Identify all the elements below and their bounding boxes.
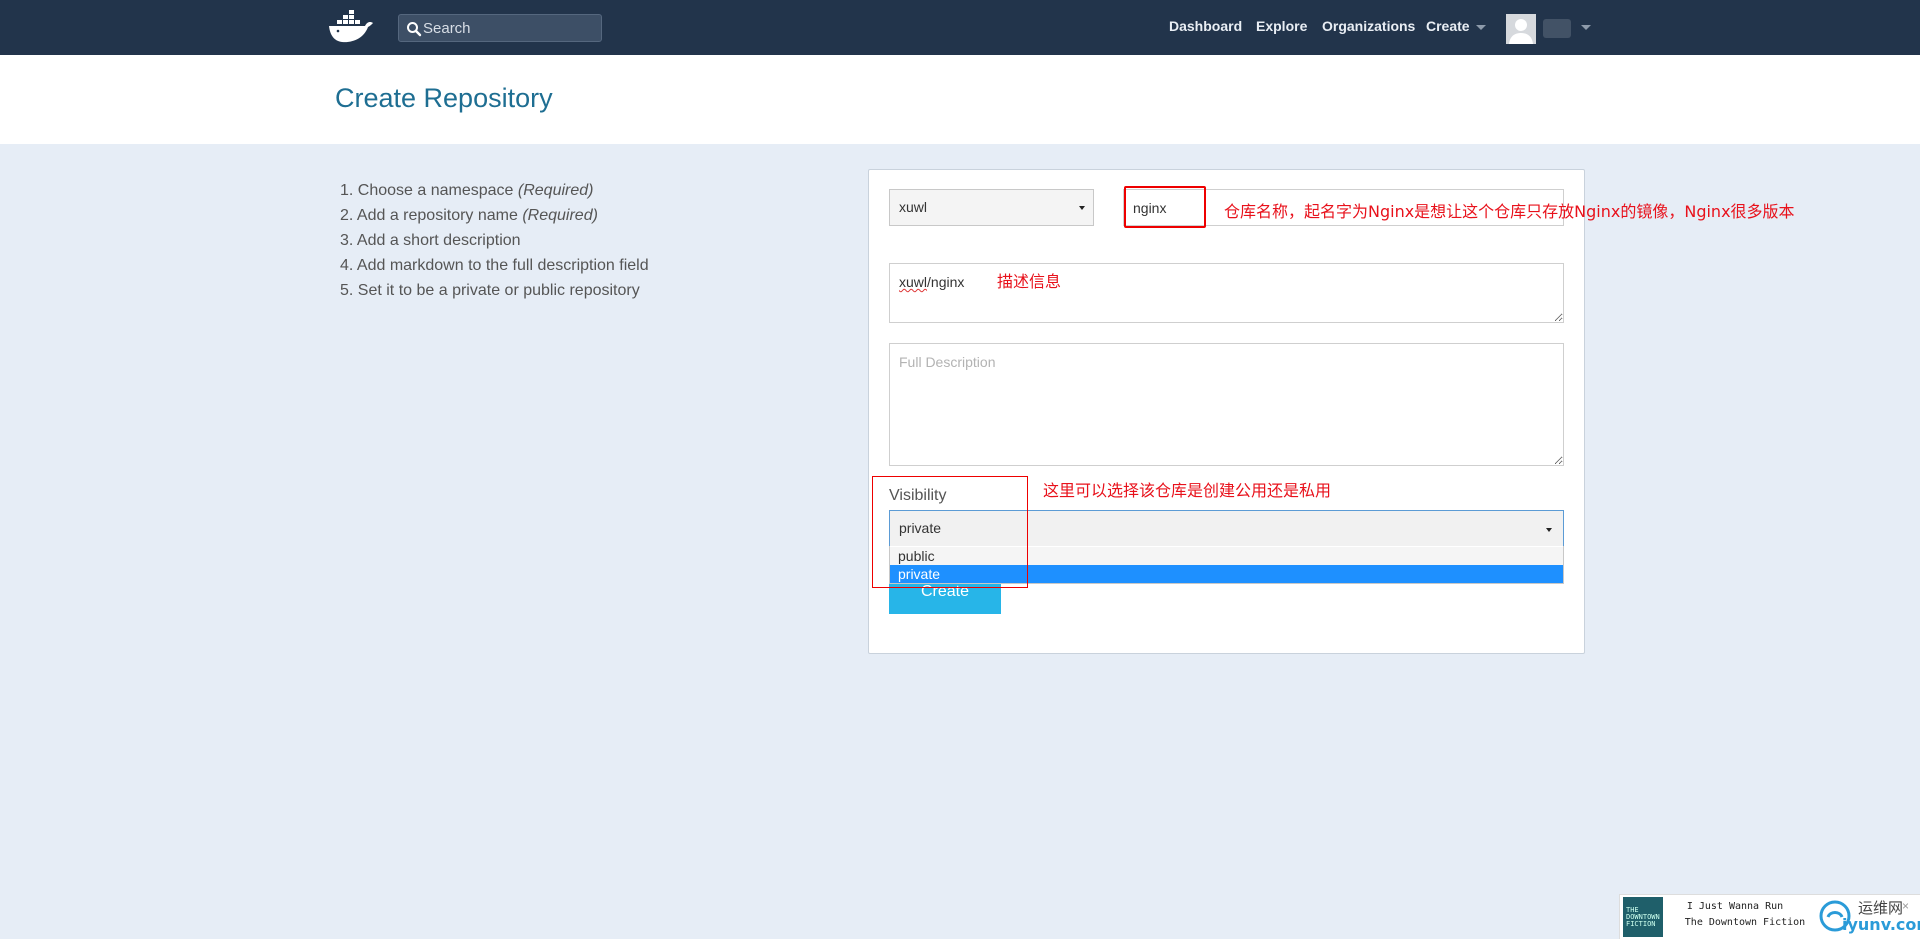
username-redacted[interactable] (1543, 19, 1571, 38)
nav-create[interactable]: Create (1426, 18, 1470, 34)
annotation-repo-name: 仓库名称，起名字为Nginx是想让这个仓库只存放Nginx的镜像，Nginx很多… (1224, 202, 1795, 221)
search-input[interactable] (423, 15, 598, 41)
annotation-visibility: 这里可以选择该仓库是创建公用还是私用 (1043, 481, 1332, 500)
music-player-widget[interactable]: THE DOWNTOWN FICTION I Just Wanna Run Th… (1619, 894, 1920, 939)
artist-name: The Downtown Fiction (1684, 917, 1806, 928)
short-description-value: xuwl/nginx (899, 274, 965, 290)
avatar[interactable] (1506, 14, 1536, 44)
annotation-description: 描述信息 (997, 272, 1062, 291)
docker-whale-logo[interactable] (328, 10, 374, 44)
album-cover: THE DOWNTOWN FICTION (1623, 897, 1663, 937)
create-chevron-down-icon[interactable] (1476, 25, 1486, 30)
annotation-box-visibility (872, 476, 1028, 588)
close-icon[interactable]: × (1902, 899, 1909, 913)
step-item: 3. Add a short description (340, 232, 521, 249)
annotation-box-repo-name (1124, 186, 1206, 228)
step-item: 4. Add markdown to the full description … (340, 257, 649, 274)
dropdown-caret-icon (1079, 205, 1085, 210)
user-menu-chevron-down-icon[interactable] (1581, 25, 1591, 30)
instruction-steps: 1. Choose a namespace (Required) 2. Add … (340, 178, 649, 303)
song-title: I Just Wanna Run (1686, 901, 1784, 912)
dropdown-caret-icon (1546, 528, 1552, 532)
step-item: 2. Add a repository name (Required) (340, 207, 598, 224)
page-header: Create Repository (0, 55, 1920, 144)
top-navbar: Dashboard Explore Organizations Create (0, 0, 1920, 55)
page-title: Create Repository (335, 83, 553, 113)
step-item: 1. Choose a namespace (Required) (340, 182, 594, 199)
nav-organizations[interactable]: Organizations (1322, 18, 1415, 34)
search-icon (407, 22, 422, 37)
nav-explore[interactable]: Explore (1256, 18, 1307, 34)
search-box[interactable] (398, 14, 602, 42)
nav-dashboard[interactable]: Dashboard (1169, 18, 1242, 34)
namespace-select[interactable]: xuwl (889, 189, 1094, 226)
user-avatar-icon (1509, 19, 1533, 44)
watermark-site: iyunv.com (1842, 915, 1920, 934)
full-description-textarea[interactable] (889, 343, 1564, 466)
short-description-textarea[interactable] (889, 263, 1564, 323)
step-item: 5. Set it to be a private or public repo… (340, 282, 640, 299)
